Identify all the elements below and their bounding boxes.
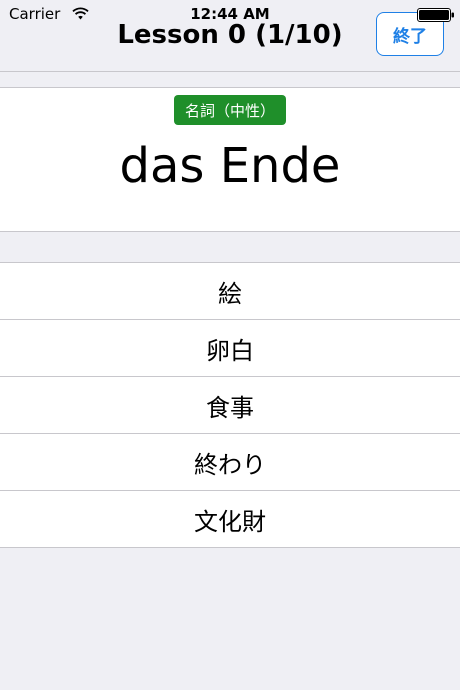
part-of-speech-badge: 名詞（中性） xyxy=(174,95,286,125)
answer-choices: 絵 卵白 食事 終わり 文化財 xyxy=(0,262,460,548)
answer-choice[interactable]: 終わり xyxy=(0,434,460,491)
word-card: 名詞（中性） das Ende xyxy=(0,87,460,232)
answer-choice[interactable]: 絵 xyxy=(0,263,460,320)
battery-icon xyxy=(417,8,454,22)
status-time: 12:44 AM xyxy=(190,5,270,23)
status-bar: Carrier 12:44 AM xyxy=(0,0,460,28)
answer-choice[interactable]: 文化財 xyxy=(0,491,460,548)
vocabulary-word: das Ende xyxy=(119,138,341,194)
answer-choice[interactable]: 卵白 xyxy=(0,320,460,377)
answer-choice[interactable]: 食事 xyxy=(0,377,460,434)
lesson-screen: Lesson 0 (1/10) 終了 Carrier 12:44 AM 名詞（中… xyxy=(0,0,460,690)
